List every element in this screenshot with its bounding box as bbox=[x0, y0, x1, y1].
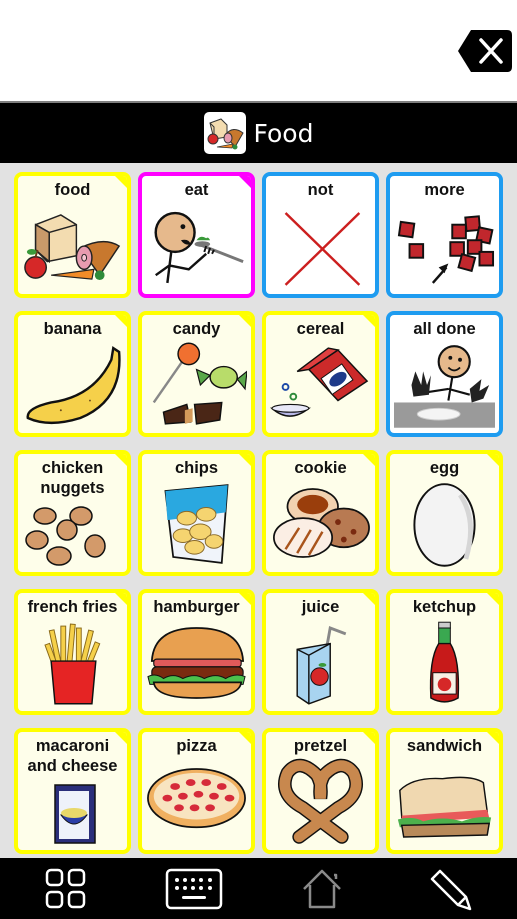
egg-icon bbox=[413, 483, 476, 567]
french-fries-icon bbox=[44, 623, 101, 705]
keyboard-icon bbox=[165, 868, 223, 910]
cell-label: pizza bbox=[176, 737, 217, 755]
cell-food[interactable]: food bbox=[14, 172, 131, 298]
cell-label: not bbox=[307, 181, 334, 199]
cell-label: more bbox=[424, 181, 465, 199]
cell-chips[interactable]: chips bbox=[138, 450, 255, 576]
macaroni-icon bbox=[53, 784, 96, 844]
cell-macaroni-and-cheese[interactable]: macaroni and cheese bbox=[14, 728, 131, 854]
cell-label: chips bbox=[174, 459, 219, 477]
sandwich-icon bbox=[397, 776, 492, 838]
bottom-toolbar bbox=[0, 858, 517, 919]
board-title: Food bbox=[253, 118, 314, 148]
more-icon bbox=[397, 215, 495, 284]
ketchup-icon bbox=[429, 621, 460, 703]
all-done-icon bbox=[394, 345, 495, 428]
cookie-icon bbox=[273, 488, 370, 558]
edit-button[interactable] bbox=[420, 864, 480, 914]
cell-label: all done bbox=[413, 320, 476, 338]
eat-icon bbox=[154, 211, 244, 284]
cell-banana[interactable]: banana bbox=[14, 311, 131, 437]
cell-label: egg bbox=[429, 459, 460, 477]
cell-french-fries[interactable]: french fries bbox=[14, 589, 131, 715]
food-symbol-icon bbox=[203, 112, 246, 154]
cell-ketchup[interactable]: ketchup bbox=[386, 589, 503, 715]
cell-label: french fries bbox=[27, 598, 118, 616]
cell-label: banana bbox=[43, 320, 102, 338]
candy-icon bbox=[152, 342, 247, 425]
cell-label: hamburger bbox=[153, 598, 240, 616]
home-icon bbox=[303, 869, 341, 909]
chicken-nuggets-icon bbox=[24, 506, 106, 566]
symbol-grid: food eat not more banana candy cereal al… bbox=[0, 163, 517, 858]
not-icon bbox=[284, 212, 361, 286]
cell-label: sandwich bbox=[406, 737, 483, 755]
grid-icon bbox=[45, 868, 86, 909]
keyboard-button[interactable] bbox=[164, 864, 224, 914]
food-icon bbox=[24, 214, 121, 281]
cell-label: candy bbox=[172, 320, 221, 338]
cell-not[interactable]: not bbox=[262, 172, 379, 298]
pretzel-icon bbox=[278, 758, 363, 844]
juice-icon bbox=[296, 626, 347, 705]
board-title-bar: Food bbox=[0, 103, 517, 163]
cell-all-done[interactable]: all done bbox=[386, 311, 503, 437]
cell-eat[interactable]: eat bbox=[138, 172, 255, 298]
cereal-icon bbox=[270, 347, 369, 417]
backspace-button[interactable] bbox=[457, 28, 513, 74]
cell-label: ketchup bbox=[412, 598, 477, 616]
cell-egg[interactable]: egg bbox=[386, 450, 503, 576]
cell-cereal[interactable]: cereal bbox=[262, 311, 379, 437]
cell-label: pretzel bbox=[293, 737, 348, 755]
home-button[interactable] bbox=[292, 864, 352, 914]
message-bar[interactable] bbox=[0, 0, 517, 102]
banana-icon bbox=[26, 346, 121, 425]
cell-candy[interactable]: candy bbox=[138, 311, 255, 437]
backspace-icon bbox=[458, 30, 512, 72]
cell-label: eat bbox=[184, 181, 209, 199]
cell-label: cereal bbox=[296, 320, 345, 338]
hamburger-icon bbox=[147, 627, 246, 699]
cell-label: food bbox=[54, 181, 91, 199]
cell-sandwich[interactable]: sandwich bbox=[386, 728, 503, 854]
cell-pizza[interactable]: pizza bbox=[138, 728, 255, 854]
cell-hamburger[interactable]: hamburger bbox=[138, 589, 255, 715]
boards-button[interactable] bbox=[36, 864, 96, 914]
cell-label: cookie bbox=[294, 459, 347, 477]
chips-icon bbox=[164, 484, 229, 564]
cell-label: juice bbox=[301, 598, 340, 616]
cell-more[interactable]: more bbox=[386, 172, 503, 298]
pizza-icon bbox=[147, 768, 246, 829]
cell-chicken-nuggets[interactable]: chicken nuggets bbox=[14, 450, 131, 576]
pencil-icon bbox=[430, 869, 472, 911]
cell-label: macaroni and cheese bbox=[27, 737, 118, 775]
cell-cookie[interactable]: cookie bbox=[262, 450, 379, 576]
cell-label: chicken nuggets bbox=[40, 459, 105, 497]
cell-pretzel[interactable]: pretzel bbox=[262, 728, 379, 854]
cell-juice[interactable]: juice bbox=[262, 589, 379, 715]
